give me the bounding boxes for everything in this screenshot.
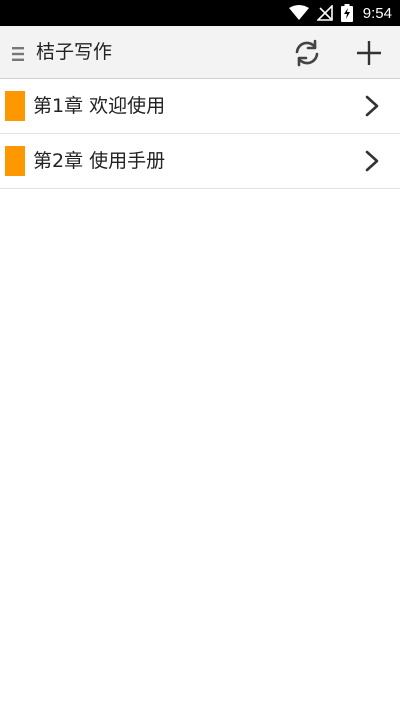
chapter-title: 第1章 欢迎使用 [33, 95, 166, 117]
menu-icon[interactable] [12, 46, 24, 61]
chapter-row[interactable]: 第1章 欢迎使用 [0, 79, 400, 134]
chapter-row[interactable]: 第2章 使用手册 [0, 134, 400, 189]
chapter-title: 第2章 使用手册 [33, 150, 166, 172]
status-time: 9:54 [362, 4, 392, 22]
add-icon[interactable] [354, 38, 384, 68]
no-signal-icon [316, 5, 333, 21]
chevron-right-icon [364, 150, 380, 172]
refresh-icon[interactable] [292, 38, 322, 68]
chevron-right-icon [364, 95, 380, 117]
app-title: 桔子写作 [36, 41, 113, 63]
chapter-list: 第1章 欢迎使用 第2章 使用手册 [0, 79, 400, 189]
status-icons: 9:54 [288, 0, 392, 26]
chapter-color-marker [5, 146, 25, 176]
battery-charging-icon [340, 4, 353, 22]
chapter-color-marker [5, 91, 25, 121]
status-bar: 9:54 [0, 0, 400, 26]
wifi-icon [288, 5, 309, 21]
app-toolbar: 桔子写作 [0, 26, 400, 79]
